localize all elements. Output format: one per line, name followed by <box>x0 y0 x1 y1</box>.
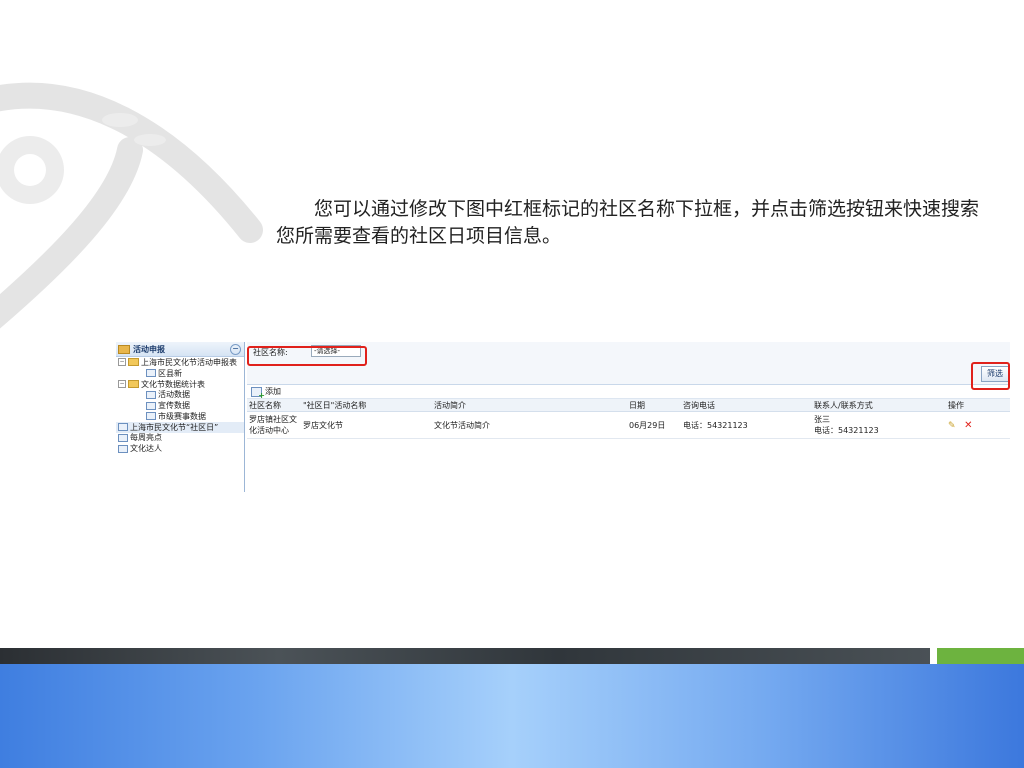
cell-intro: 文化节活动简介 <box>432 411 627 439</box>
cell-phone: 电话：54321123 <box>681 411 812 439</box>
collapse-icon[interactable]: − <box>230 343 241 355</box>
tree-node-label: 上海市民文化节活动申报表 <box>141 357 237 367</box>
data-table: 社区名称 "社区日"活动名称 活动简介 日期 咨询电话 联系人/联系方式 操作 … <box>247 399 1010 439</box>
tree-node-activity-data[interactable]: 活动数据 <box>116 389 244 400</box>
collapse-toggle-icon[interactable]: − <box>118 379 126 388</box>
document-icon <box>118 433 128 442</box>
footer-green-band <box>937 648 1024 664</box>
column-header[interactable]: 社区名称 <box>247 399 301 412</box>
filter-bar: 社区名称: -请选择- 筛选 <box>247 342 1010 390</box>
table-row[interactable]: 罗店镇社区文化活动中心 罗店文化节 文化节活动简介 06月29日 电话：5432… <box>247 411 1010 439</box>
document-icon <box>146 412 156 421</box>
document-icon <box>146 369 156 378</box>
navigation-tree: 活动申报 − − 上海市民文化节活动申报表 区县新 − 文化节数据统计表 活动数… <box>116 342 245 492</box>
main-panel: 社区名称: -请选择- 筛选 添加 社区名称 "社区日"活动名称 活动简介 日期… <box>247 342 1010 492</box>
tree-node-label: 活动数据 <box>158 390 190 400</box>
tree-node-community-day[interactable]: 上海市民文化节“社区日” <box>116 421 244 433</box>
tree-node-culture-talents[interactable]: 文化达人 <box>116 443 244 454</box>
document-icon <box>118 423 128 432</box>
tree-node-label: 文化达人 <box>130 444 162 454</box>
tree-node-competition-data[interactable]: 市级赛事数据 <box>116 411 244 422</box>
column-header: 操作 <box>946 399 1010 412</box>
tree-header: 活动申报 − <box>116 342 244 357</box>
tree-node-label: 宣传数据 <box>158 401 190 411</box>
tree-node-weekly-highlights[interactable]: 每周亮点 <box>116 433 244 444</box>
footer-blue-banner <box>0 664 1024 768</box>
tree-node-label: 上海市民文化节“社区日” <box>130 422 219 432</box>
folder-icon <box>128 379 139 388</box>
tree-node-festival-form[interactable]: − 上海市民文化节活动申报表 <box>116 357 244 368</box>
document-icon <box>118 444 128 453</box>
tree-node-publicity-data[interactable]: 宣传数据 <box>116 400 244 411</box>
document-icon <box>146 401 156 410</box>
tree-node-statistics[interactable]: − 文化节数据统计表 <box>116 379 244 390</box>
cell-activity: 罗店文化节 <box>301 411 432 439</box>
cell-actions: ✎ ✕ <box>946 411 1010 439</box>
tree-node-label: 市级赛事数据 <box>158 411 206 421</box>
highlight-box-button <box>971 362 1010 390</box>
column-header[interactable]: 咨询电话 <box>681 399 812 412</box>
decorative-swirl <box>0 82 263 329</box>
cell-date: 06月29日 <box>627 411 681 439</box>
column-header[interactable]: 日期 <box>627 399 681 412</box>
contact-phone: 电话：54321123 <box>814 426 879 435</box>
column-header[interactable]: 活动简介 <box>432 399 627 412</box>
toolbar: 添加 <box>247 385 1010 400</box>
edit-icon[interactable]: ✎ <box>948 421 956 431</box>
tree-node-label: 每周亮点 <box>130 433 162 443</box>
table-header-row: 社区名称 "社区日"活动名称 活动简介 日期 咨询电话 联系人/联系方式 操作 <box>247 399 1010 412</box>
app-screenshot: 活动申报 − − 上海市民文化节活动申报表 区县新 − 文化节数据统计表 活动数… <box>116 342 1010 492</box>
highlight-box-select <box>247 346 367 366</box>
column-header[interactable]: 联系人/联系方式 <box>812 399 946 412</box>
add-button[interactable]: 添加 <box>265 386 281 397</box>
delete-icon[interactable]: ✕ <box>964 420 972 431</box>
tree-node-district[interactable]: 区县新 <box>116 368 244 379</box>
instruction-text: 您可以通过修改下图中红框标记的社区名称下拉框，并点击筛选按钮来快速搜索您所需要查… <box>276 198 980 247</box>
column-header[interactable]: "社区日"活动名称 <box>301 399 432 412</box>
tree-node-label: 区县新 <box>158 368 182 378</box>
calendar-icon <box>118 344 130 354</box>
tree-title: 活动申报 <box>133 344 165 354</box>
document-icon <box>146 390 156 399</box>
contact-name: 张三 <box>814 415 830 424</box>
footer-dark-band <box>0 648 930 664</box>
cell-contact: 张三 电话：54321123 <box>812 411 946 439</box>
folder-icon <box>128 358 139 367</box>
add-icon <box>251 386 265 400</box>
tree-node-label: 文化节数据统计表 <box>141 379 205 389</box>
cell-community: 罗店镇社区文化活动中心 <box>247 411 301 439</box>
collapse-toggle-icon[interactable]: − <box>118 358 126 367</box>
